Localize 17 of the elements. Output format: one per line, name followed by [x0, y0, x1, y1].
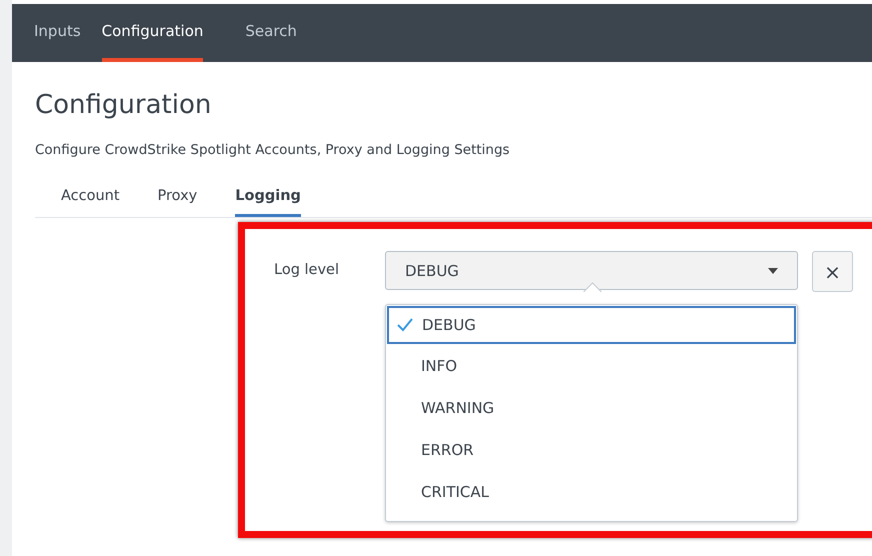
nav-tab[interactable]: Search [245, 4, 318, 62]
settings-tab[interactable]: Account [61, 180, 120, 217]
dropdown-option[interactable]: WARNING [386, 387, 797, 429]
nav-tab[interactable]: Inputs [34, 4, 102, 62]
clear-button[interactable]: × [812, 251, 853, 292]
settings-tab[interactable]: Logging [235, 180, 301, 217]
page-title: Configuration [35, 90, 212, 120]
dropdown-option[interactable]: CRITICAL [386, 471, 797, 513]
page-subtitle: Configure CrowdStrike Spotlight Accounts, Proxy and Logging Settings [35, 142, 511, 158]
checkmark-icon [397, 318, 413, 332]
dropdown-option[interactable]: ERROR [386, 429, 797, 471]
nav-tab[interactable]: Configuration [102, 4, 204, 62]
dropdown-option[interactable]: DEBUG [387, 306, 796, 344]
caret-icon [768, 268, 778, 274]
field-label: Log level [274, 262, 340, 278]
dropdown-option[interactable]: INFO [386, 345, 797, 387]
settings-tab[interactable]: Proxy [158, 180, 198, 217]
